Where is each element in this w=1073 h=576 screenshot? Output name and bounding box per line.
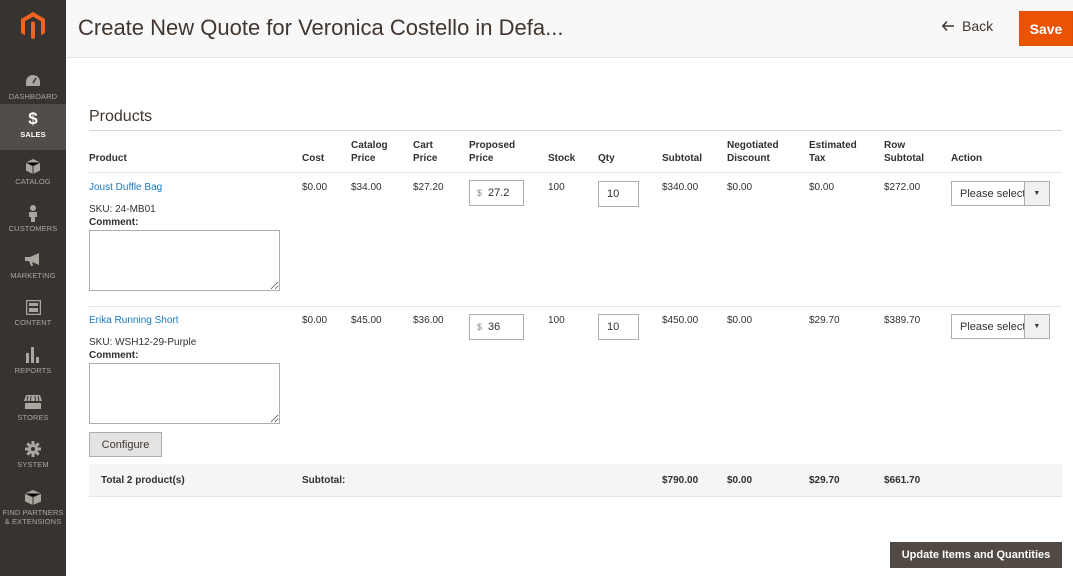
layout-icon	[24, 298, 42, 316]
gauge-icon	[24, 72, 42, 90]
qty-input[interactable]: 10	[598, 181, 639, 207]
dollar-icon: $	[28, 109, 38, 128]
catalog-price-value: $45.00	[351, 315, 382, 326]
sidebar-item-find-partners[interactable]: FIND PARTNERS & EXTENSIONS	[0, 482, 66, 538]
products-section-title: Products	[89, 108, 153, 125]
sidebar-item-label: CATALOG	[15, 177, 51, 186]
admin-sidebar: DASHBOARD $ SALES CATALOG CUSTOMERS MARK…	[0, 0, 66, 576]
action-select-value: Please select	[960, 187, 1024, 200]
totals-negotiated-discount: $0.00	[727, 475, 753, 486]
proposed-price-value: 36	[488, 321, 501, 333]
proposed-price-input[interactable]: $ 27.2	[469, 180, 524, 206]
negotiated-discount-value: $0.00	[727, 315, 753, 326]
subtotal-value: $450.00	[662, 315, 699, 326]
column-header-subtotal: Subtotal	[662, 153, 702, 164]
qty-input[interactable]: 10	[598, 314, 639, 340]
column-header-qty: Qty	[598, 153, 615, 164]
estimated-tax-value: $29.70	[809, 315, 840, 326]
negotiated-discount-value: $0.00	[727, 182, 753, 193]
cart-price-value: $27.20	[413, 182, 444, 193]
column-header-stock: Stock	[548, 153, 576, 164]
bar-chart-icon	[24, 346, 42, 364]
totals-subtotal-value: $790.00	[662, 475, 699, 486]
totals-subtotal-label: Subtotal:	[302, 475, 346, 486]
header-divider	[89, 172, 1062, 173]
stock-value: 100	[548, 315, 565, 326]
sidebar-item-label: MARKETING	[10, 271, 56, 280]
column-header-negotiated-discount: Negotiated Discount	[727, 140, 779, 164]
product-sku: SKU: WSH12-29-Purple	[89, 337, 197, 348]
megaphone-icon	[24, 251, 42, 269]
page-title: Create New Quote for Veronica Costello i…	[78, 15, 564, 40]
proposed-price-input[interactable]: $ 36	[469, 314, 524, 340]
update-items-button[interactable]: Update Items and Quantities	[890, 542, 1062, 568]
row-subtotal-value: $389.70	[884, 315, 921, 326]
column-header-proposed-price: Proposed Price	[469, 140, 516, 164]
totals-row-subtotal: $661.70	[884, 475, 921, 486]
gear-icon	[24, 440, 42, 458]
product-name-link[interactable]: Erika Running Short	[89, 315, 179, 326]
row-divider	[89, 306, 1062, 307]
action-select[interactable]: Please select ▼	[951, 181, 1050, 206]
save-button[interactable]: Save	[1019, 11, 1073, 46]
column-header-estimated-tax: Estimated Tax	[809, 140, 857, 164]
cost-value: $0.00	[302, 182, 328, 193]
comment-textarea[interactable]	[89, 363, 280, 424]
sidebar-item-label: FIND PARTNERS & EXTENSIONS	[2, 508, 64, 526]
sidebar-item-label: DASHBOARD	[8, 92, 58, 101]
row-subtotal-value: $272.00	[884, 182, 921, 193]
comment-textarea[interactable]	[89, 230, 280, 291]
estimated-tax-value: $0.00	[809, 182, 835, 193]
column-header-cost: Cost	[302, 153, 325, 164]
action-select[interactable]: Please select ▼	[951, 314, 1050, 339]
proposed-price-value: 27.2	[488, 187, 510, 199]
total-products-label: Total 2 product(s)	[101, 475, 185, 486]
magento-logo-icon[interactable]	[0, 0, 66, 52]
chevron-down-icon: ▼	[1023, 182, 1049, 205]
catalog-price-value: $34.00	[351, 182, 382, 193]
chevron-down-icon: ▼	[1023, 315, 1049, 338]
section-divider	[89, 130, 1062, 131]
comment-label: Comment:	[89, 217, 139, 228]
sidebar-item-marketing[interactable]: MARKETING	[0, 245, 66, 291]
cart-price-value: $36.00	[413, 315, 444, 326]
comment-label: Comment:	[89, 350, 139, 361]
currency-symbol: $	[477, 322, 483, 332]
arrow-left-icon	[941, 18, 954, 34]
sidebar-item-label: CONTENT	[14, 318, 52, 327]
sidebar-item-content[interactable]: CONTENT	[0, 292, 66, 338]
column-header-product: Product	[89, 153, 127, 164]
page-header: Create New Quote for Veronica Costello i…	[66, 0, 1073, 58]
sidebar-item-catalog[interactable]: CATALOG	[0, 151, 66, 197]
sidebar-item-label: CUSTOMERS	[8, 224, 58, 233]
cube-icon	[24, 157, 42, 175]
sidebar-item-stores[interactable]: STORES	[0, 387, 66, 433]
action-select-value: Please select	[960, 320, 1024, 333]
back-button-label: Back	[962, 18, 994, 34]
sidebar-item-customers[interactable]: CUSTOMERS	[0, 198, 66, 244]
stock-value: 100	[548, 182, 565, 193]
column-header-cart-price: Cart Price	[413, 140, 438, 164]
product-sku: SKU: 24-MB01	[89, 204, 156, 215]
totals-estimated-tax: $29.70	[809, 475, 840, 486]
product-name-link[interactable]: Joust Duffle Bag	[89, 182, 162, 193]
box-icon	[24, 488, 42, 506]
back-button[interactable]: Back	[941, 18, 994, 34]
sidebar-item-label: SALES	[20, 130, 46, 139]
configure-button[interactable]: Configure	[89, 432, 162, 457]
sidebar-item-system[interactable]: SYSTEM	[0, 434, 66, 480]
person-icon	[24, 204, 42, 222]
column-header-row-subtotal: Row Subtotal	[884, 140, 924, 164]
sidebar-item-label: SYSTEM	[17, 460, 49, 469]
sidebar-item-sales[interactable]: $ SALES	[0, 104, 66, 150]
storefront-icon	[24, 393, 42, 411]
currency-symbol: $	[477, 188, 483, 198]
sidebar-item-label: STORES	[17, 413, 49, 422]
cost-value: $0.00	[302, 315, 328, 326]
sidebar-item-reports[interactable]: REPORTS	[0, 340, 66, 386]
sidebar-item-label: REPORTS	[14, 366, 52, 375]
subtotal-value: $340.00	[662, 182, 699, 193]
column-header-action: Action	[951, 153, 983, 164]
column-header-catalog-price: Catalog Price	[351, 140, 388, 164]
